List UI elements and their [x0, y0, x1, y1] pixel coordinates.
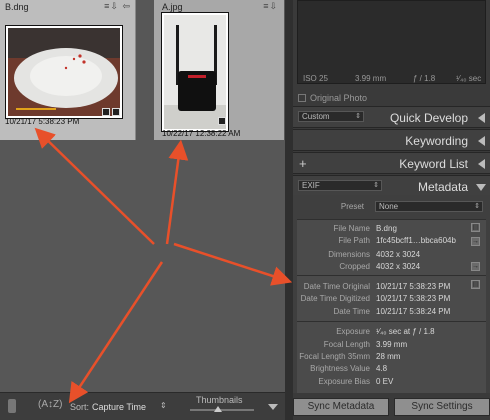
annotation-arrows — [34, 127, 293, 404]
arrow-to-jpg-date — [165, 139, 189, 245]
arrow-to-grid-date — [34, 127, 155, 245]
arrow-to-sort — [68, 261, 164, 404]
arrow-to-date-fields — [173, 242, 293, 286]
